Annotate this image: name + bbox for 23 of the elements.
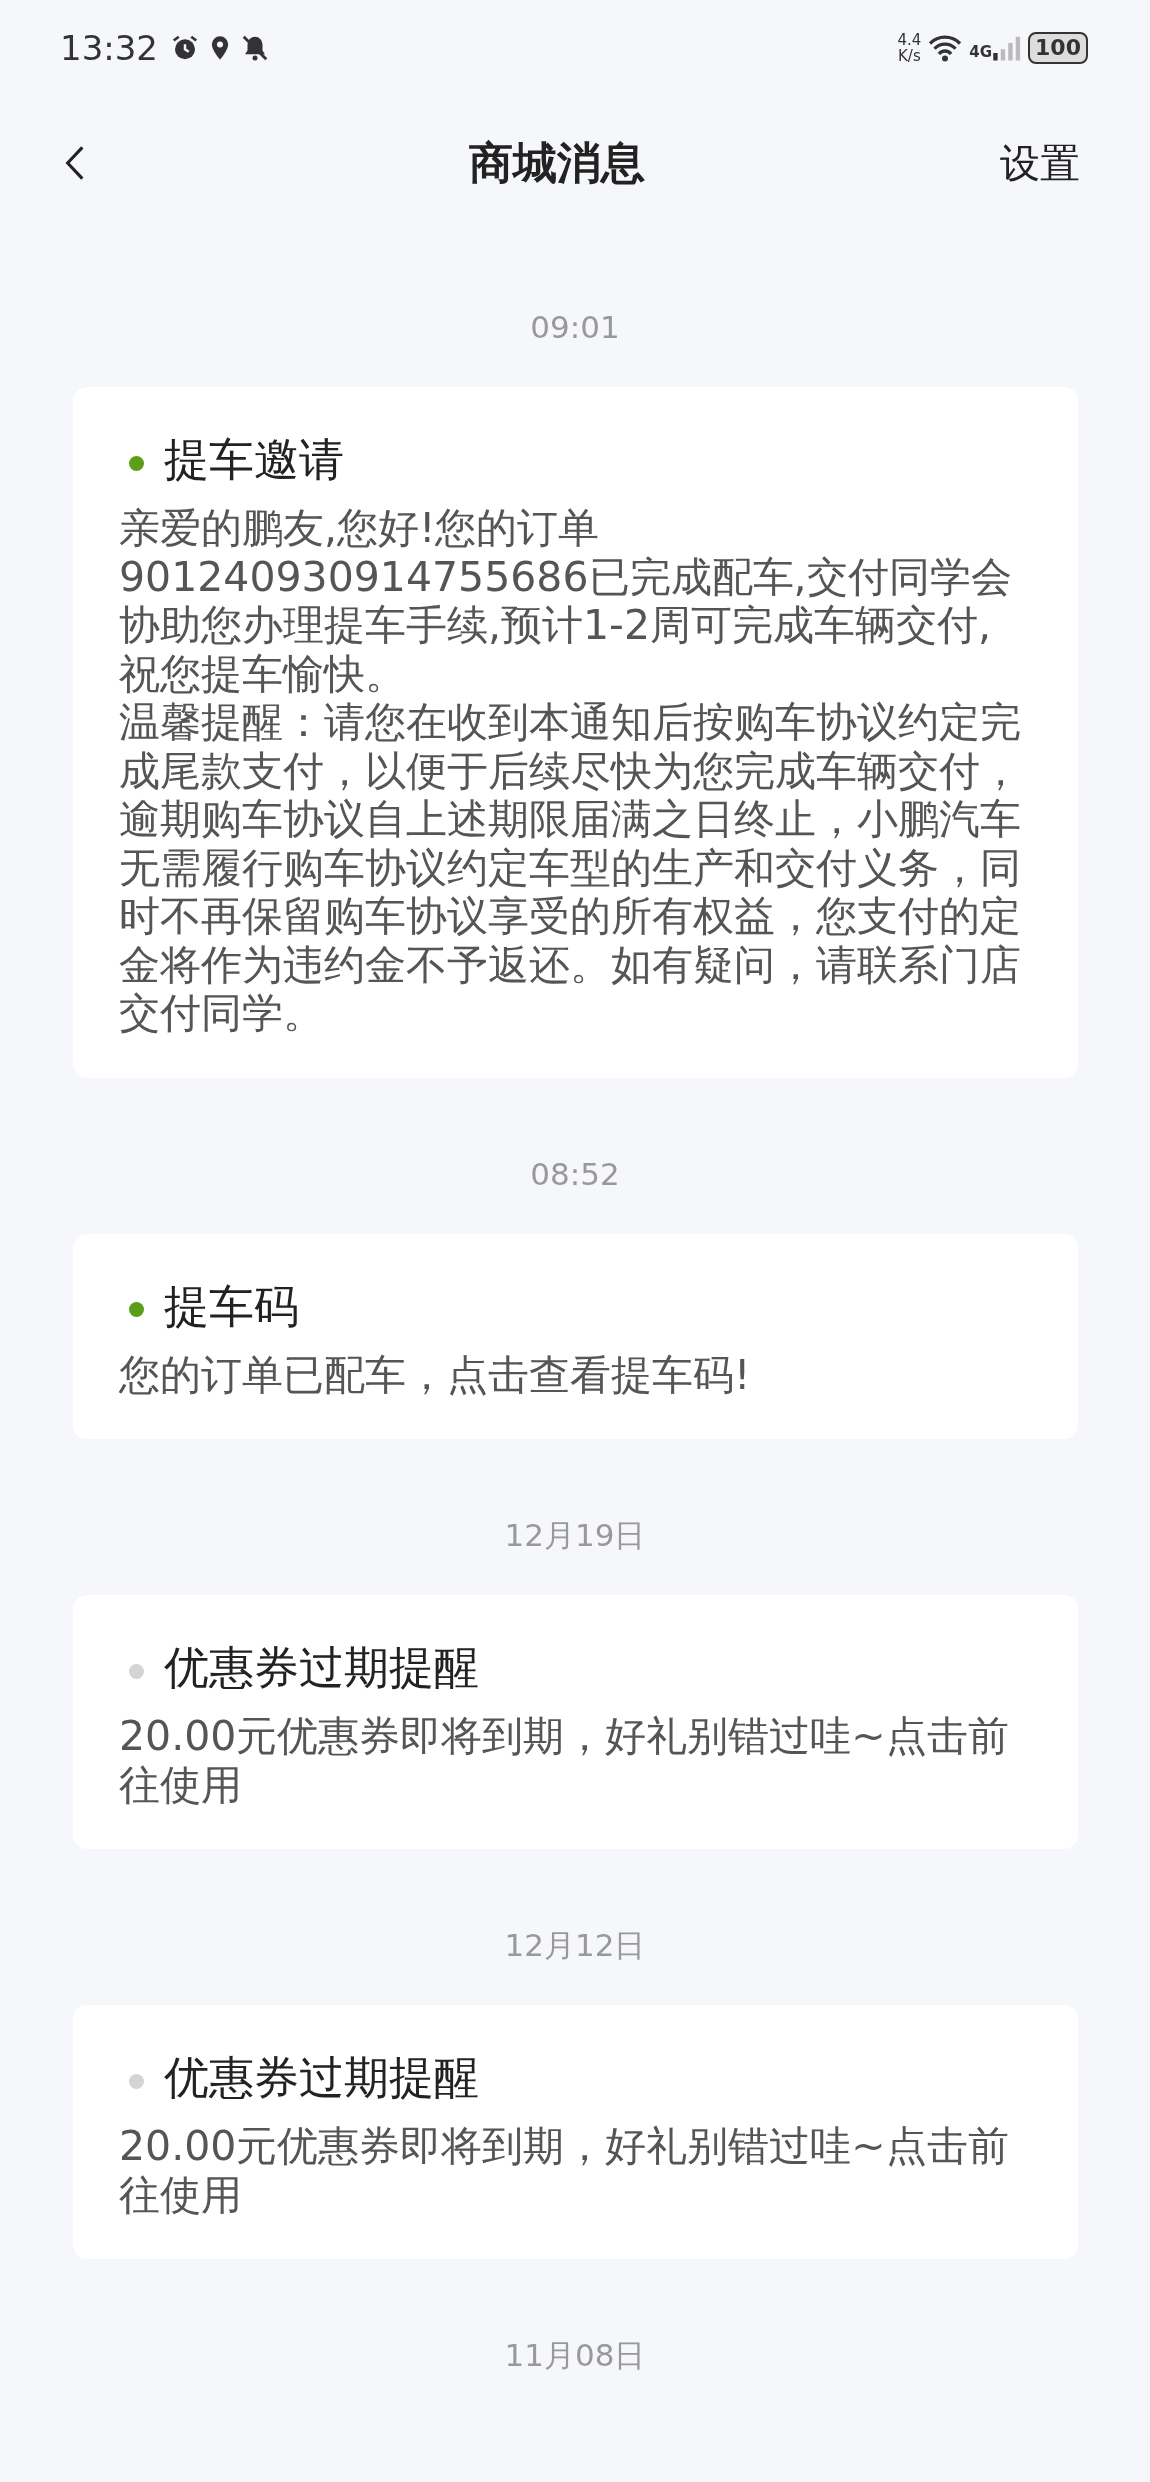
date-label: 08:52 xyxy=(529,1154,621,1194)
settings-button[interactable]: 设置 xyxy=(1000,135,1080,191)
date-label: 09:01 xyxy=(529,308,621,347)
status-time: 13:32 xyxy=(60,27,158,68)
message-text: 20.00元优惠券即将到期，好礼别错过哇~点击前往使用 xyxy=(119,2122,1010,2219)
date-label: 12月19日 xyxy=(503,1516,647,1555)
network-type: 4G xyxy=(969,42,993,61)
message-card[interactable]: 优惠券过期提醒 20.00元优惠券即将到期，好礼别错过哇~点击前往使用 xyxy=(73,2005,1078,2259)
message-card[interactable]: 提车码 您的订单已配车，点击查看提车码! xyxy=(73,1233,1078,1439)
message-title: 优惠券过期提醒 xyxy=(164,2050,479,2106)
message-title: 优惠券过期提醒 xyxy=(164,1640,479,1696)
message-text: 亲爱的鹏友,您好!您的订单901240930914755686已完成配车,交付同学会协助您办理提车手续,预计1-2周可完成车辆交付,祝您提车愉快。 xyxy=(119,504,1013,698)
message-text: 您的订单已配车，点击查看提车码! xyxy=(119,1350,752,1399)
date-label: 11月08日 xyxy=(503,2336,647,2375)
page-title: 商城消息 xyxy=(469,135,645,190)
message-card[interactable]: 优惠券过期提醒 20.00元优惠券即将到期，好礼别错过哇~点击前往使用 xyxy=(73,1595,1078,1849)
message-title: 提车码 xyxy=(164,1278,299,1335)
date-label: 12月12日 xyxy=(503,1926,647,1965)
message-text: 20.00元优惠券即将到期，好礼别错过哇~点击前往使用 xyxy=(119,1712,1010,1809)
message-title: 提车邀请 xyxy=(164,432,344,488)
battery-indicator: 100 xyxy=(1028,31,1088,64)
message-text: 温馨提醒：请您在收到本通知后按购车协议约定完成尾款支付，以便于后续尽快为您完成车辆交付，逾期购车协议自上述期限届满之日终止，小鹏汽车无需履行购车协议约定车型的生产和交付义务，同时不再保留购车协议享受的所有权益，您支付的定金将作为违约金不予返还。如有疑问，请联系门店交付同学。 xyxy=(119,698,1022,1038)
network-speed: 4.4 K/s xyxy=(897,31,922,64)
